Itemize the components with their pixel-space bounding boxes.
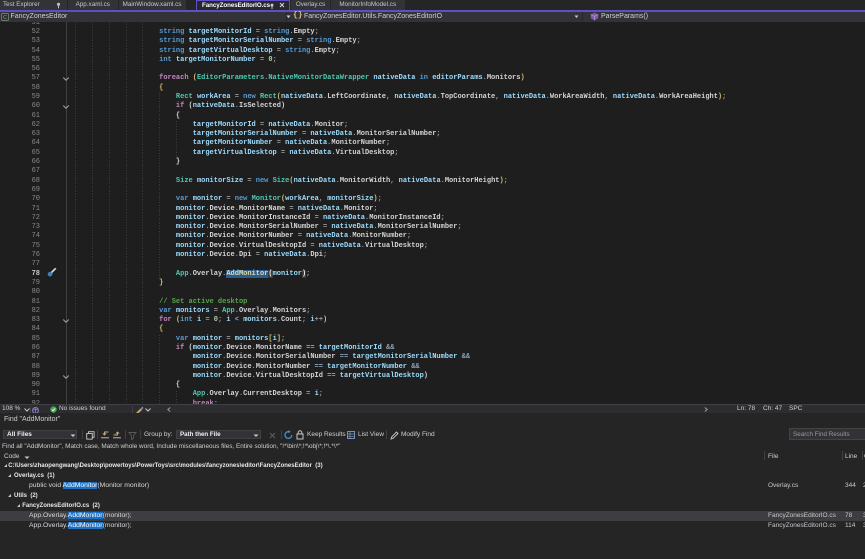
svg-text:C: C [3, 15, 7, 21]
